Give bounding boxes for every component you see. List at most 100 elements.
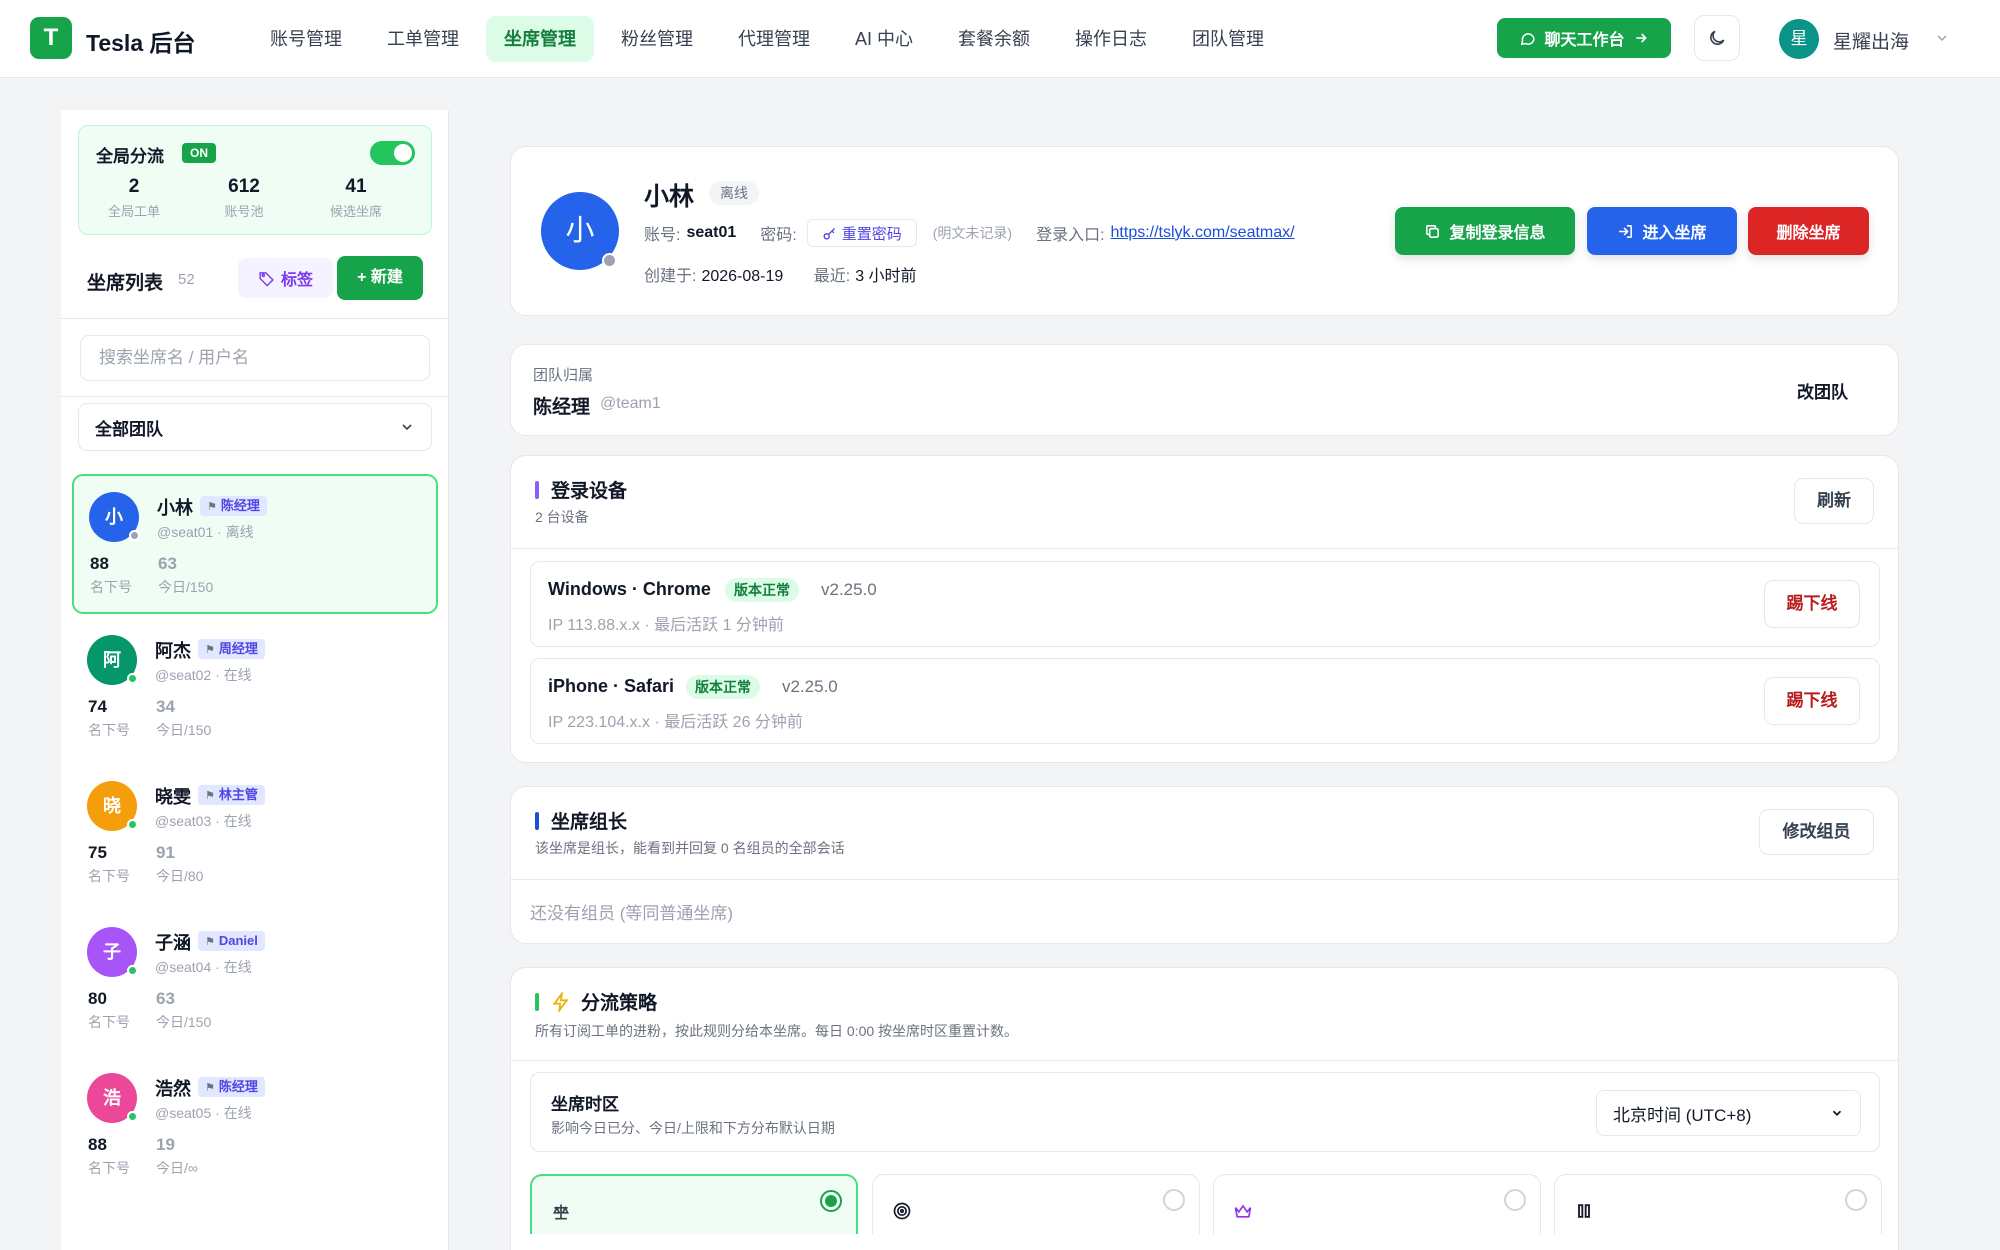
balance-scale-icon <box>552 1204 570 1220</box>
seat-list-item[interactable]: 小 小林 ⚑ 陈经理 @seat01 · 离线 88 名下号 63 今日/150 <box>72 474 438 614</box>
owned-accounts-label: 名下号 <box>88 1160 130 1176</box>
avatar-initial: 小 <box>105 507 123 527</box>
tags-button[interactable]: 标签 <box>238 258 333 298</box>
strategy-radio[interactable] <box>1163 1189 1185 1211</box>
device-name: Windows · Chrome <box>548 579 711 599</box>
copy-login-info-button[interactable]: 复制登录信息 <box>1395 207 1575 255</box>
seat-profile-card: 小 小林 离线 账号: seat01 密码: 重置密码 (明文未记录) 登录入口… <box>510 146 1899 316</box>
nav-item-operation-log[interactable]: 操作日志 <box>1057 16 1165 62</box>
nav-item-tickets[interactable]: 工单管理 <box>369 16 477 62</box>
seat-avatar: 阿 <box>87 635 138 685</box>
seat-avatar: 晓 <box>87 781 138 831</box>
kick-offline-button[interactable]: 踢下线 <box>1764 677 1860 725</box>
strategy-radio[interactable] <box>1504 1189 1526 1211</box>
stat-candidate-seats: 41 候选坐席 <box>311 176 401 220</box>
team-filter-value: 全部团队 <box>95 419 163 439</box>
chat-workbench-button[interactable]: 聊天工作台 <box>1497 18 1671 58</box>
nav-item-team-management[interactable]: 团队管理 <box>1174 16 1282 62</box>
seat-handle-status: @seat04 · 在线 <box>155 959 252 975</box>
team-filter-select[interactable]: 全部团队 <box>78 403 432 451</box>
user-avatar[interactable]: 星 <box>1779 19 1819 59</box>
strategy-option-balanced[interactable] <box>530 1174 858 1234</box>
reset-password-button[interactable]: 重置密码 <box>806 219 917 247</box>
leader-section-title: 坐席组长 <box>535 807 627 834</box>
global-routing-card: 全局分流 ON 2 全局工单 612 账号池 41 候选坐席 <box>78 125 432 235</box>
team-card: 团队归属 陈经理 @team1 改团队 <box>510 344 1899 436</box>
strategy-section-title: 分流策略 <box>535 988 657 1015</box>
seat-avatar: 子 <box>87 927 138 977</box>
seat-search-input[interactable] <box>80 335 430 381</box>
seat-list-item[interactable]: 晓 晓雯 ⚑ 林主管 @seat03 · 在线 75 名下号 91 今日/80 <box>72 765 438 905</box>
device-version: v2.25.0 <box>782 677 838 696</box>
strategy-option-priority[interactable] <box>1213 1174 1541 1234</box>
version-status-badge: 版本正常 <box>725 578 799 602</box>
change-team-button[interactable]: 改团队 <box>1797 378 1848 403</box>
theme-toggle-button[interactable] <box>1694 15 1740 61</box>
global-routing-toggle[interactable] <box>370 141 415 165</box>
device-name: iPhone · Safari <box>548 676 675 696</box>
plain-text-note: (明文未记录) <box>932 225 1013 241</box>
today-limit-label: 今日/150 <box>156 722 212 738</box>
nav-item-ai-center[interactable]: AI 中心 <box>837 16 931 62</box>
device-activity: IP 113.88.x.x · 最后活跃 1 分钟前 <box>548 617 784 634</box>
timezone-description: 影响今日已分、今日/上限和下方分布默认日期 <box>551 1120 835 1136</box>
team-tag: ⚑ 陈经理 <box>200 496 267 516</box>
seat-handle-status: @seat03 · 在线 <box>155 813 252 829</box>
section-accent-bar <box>535 480 539 499</box>
seat-list-item[interactable]: 浩 浩然 ⚑ 陈经理 @seat05 · 在线 88 名下号 19 今日/∞ <box>72 1057 438 1197</box>
brand-logo: T <box>30 17 72 59</box>
team-tag-label: 林主管 <box>218 787 258 802</box>
lightning-icon <box>552 991 569 1012</box>
recent-value: 3 小时前 <box>855 268 917 285</box>
chat-workbench-label: 聊天工作台 <box>1544 32 1625 49</box>
timezone-select[interactable]: 北京时间 (UTC+8) <box>1596 1090 1861 1136</box>
login-entry-link[interactable]: https://tslyk.com/seatmax/ <box>1111 224 1295 242</box>
seat-name: 浩然 <box>155 1079 191 1099</box>
account-value: seat01 <box>686 224 737 241</box>
new-seat-button[interactable]: + 新建 <box>337 256 423 300</box>
brand-name: Tesla 后台 <box>86 30 196 56</box>
nav-item-accounts[interactable]: 账号管理 <box>252 16 360 62</box>
moon-icon <box>1710 30 1725 45</box>
seat-list-item[interactable]: 子 子涵 ⚑ Daniel @seat04 · 在线 80 名下号 63 今日/150 <box>72 911 438 1051</box>
divider <box>61 318 449 319</box>
nav-item-fans[interactable]: 粉丝管理 <box>603 16 711 62</box>
seat-credentials-row: 账号: seat01 密码: 重置密码 (明文未记录) 登录入口: https:… <box>644 218 1295 248</box>
refresh-devices-button[interactable]: 刷新 <box>1794 478 1874 524</box>
chevron-down-icon[interactable] <box>1934 30 1950 46</box>
nav-item-seats[interactable]: 坐席管理 <box>486 16 594 62</box>
user-name[interactable]: 星耀出海 <box>1833 27 1909 54</box>
today-assigned-value: 34 <box>156 697 175 716</box>
today-limit-label: 今日/∞ <box>156 1160 198 1176</box>
section-accent-bar <box>535 992 539 1011</box>
seat-list-title: 坐席列表 <box>87 273 164 294</box>
timezone-value: 北京时间 (UTC+8) <box>1613 1105 1752 1125</box>
strategy-radio[interactable] <box>820 1190 842 1212</box>
enter-seat-label: 进入坐席 <box>1642 225 1707 242</box>
login-entry-label: 登录入口: <box>1036 227 1105 244</box>
stat-value: 612 <box>228 176 260 197</box>
strategy-option-pause[interactable] <box>1554 1174 1882 1234</box>
seat-handle-status: @seat02 · 在线 <box>155 667 252 683</box>
flag-icon: ⚑ <box>205 644 215 656</box>
tag-icon <box>259 271 274 287</box>
leader-description: 该坐席是组长，能看到并回复 0 名组员的全部会话 <box>535 840 845 856</box>
seat-list-item[interactable]: 阿 阿杰 ⚑ 周经理 @seat02 · 在线 74 名下号 34 今日/150 <box>72 619 438 759</box>
delete-seat-button[interactable]: 删除坐席 <box>1748 207 1869 255</box>
nav-item-agents[interactable]: 代理管理 <box>720 16 828 62</box>
status-badge: 离线 <box>709 181 759 205</box>
key-icon <box>823 227 835 239</box>
stat-label: 候选坐席 <box>329 204 382 219</box>
strategy-option-target[interactable] <box>872 1174 1200 1234</box>
device-row: iPhone · Safari 版本正常 v2.25.0 IP 223.104.… <box>530 658 1880 744</box>
kick-offline-button[interactable]: 踢下线 <box>1764 580 1860 628</box>
nav-item-plan-balance[interactable]: 套餐余额 <box>940 16 1048 62</box>
divider <box>511 879 1898 880</box>
strategy-radio[interactable] <box>1845 1189 1867 1211</box>
recent-label: 最近: <box>813 268 851 285</box>
team-tag-label: 陈经理 <box>218 1079 258 1094</box>
enter-seat-button[interactable]: 进入坐席 <box>1587 207 1737 255</box>
copy-icon <box>1426 224 1440 238</box>
delete-seat-label: 删除坐席 <box>1776 225 1841 242</box>
edit-members-button[interactable]: 修改组员 <box>1759 809 1874 855</box>
